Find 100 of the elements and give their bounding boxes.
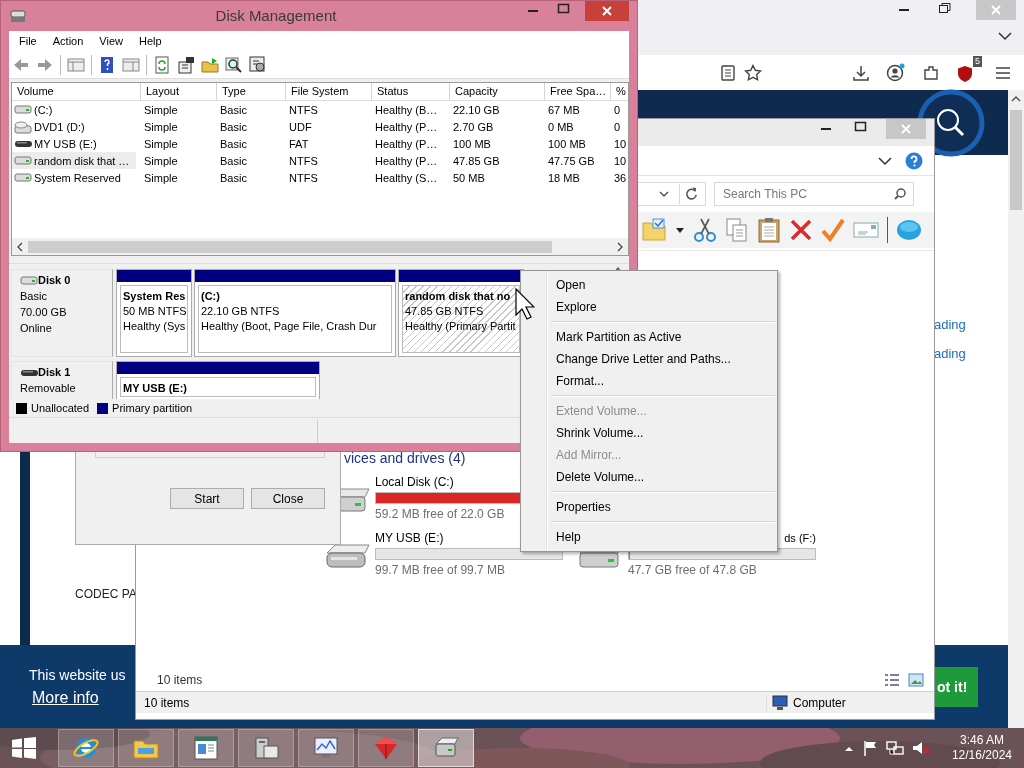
panel-icon[interactable] xyxy=(122,55,140,74)
menu-item[interactable]: Delete Volume... xyxy=(523,466,775,488)
search-field[interactable]: Search This PC xyxy=(714,182,914,206)
download-icon[interactable] xyxy=(852,63,870,82)
clipboard-icon[interactable] xyxy=(757,217,781,243)
input-field[interactable] xyxy=(95,452,325,458)
scroll-thumb[interactable] xyxy=(1010,110,1022,210)
scrollbar[interactable] xyxy=(12,238,628,255)
taskbar-button[interactable] xyxy=(238,729,294,767)
star-icon[interactable] xyxy=(744,63,762,82)
dropdown-icon[interactable] xyxy=(657,188,671,200)
globe-icon[interactable] xyxy=(896,218,922,242)
speaker-muted-icon[interactable] xyxy=(911,740,930,756)
more-info-link[interactable]: More info xyxy=(32,688,126,707)
dialog-button[interactable]: Close xyxy=(251,488,325,509)
table-cell-text: Simple xyxy=(143,120,179,133)
delete-icon[interactable] xyxy=(789,218,813,242)
clock[interactable]: 3:46 AM 12/16/2024 xyxy=(951,733,1012,763)
disk-info: Online xyxy=(20,321,53,336)
menu-item[interactable]: Action xyxy=(44,35,92,47)
partition[interactable]: MY USB (E:) xyxy=(120,377,316,397)
magnifier-icon[interactable] xyxy=(225,55,243,74)
tab-list-icon[interactable] xyxy=(997,29,1013,43)
show-hidden-icons[interactable] xyxy=(843,744,854,752)
drive-icon[interactable] xyxy=(323,541,371,571)
taskbar-button[interactable] xyxy=(58,729,114,767)
menu-icon[interactable] xyxy=(994,64,1012,81)
dialog-button[interactable]: Start xyxy=(170,488,244,509)
help-icon[interactable] xyxy=(905,151,923,170)
shield-icon[interactable] xyxy=(956,64,974,83)
column-header[interactable]: % xyxy=(611,83,628,100)
checkmark-icon[interactable] xyxy=(821,218,845,242)
menu-item[interactable]: Format... xyxy=(523,370,775,392)
extensions-icon[interactable] xyxy=(922,63,940,82)
partition[interactable]: System Res 50 MB NTFS Healthy (Sys xyxy=(120,285,188,353)
column-header[interactable]: Capacity xyxy=(450,83,545,100)
table-cell[interactable]: DVD1 (D:) xyxy=(12,118,136,135)
menu-item[interactable]: View xyxy=(91,35,131,47)
column-header[interactable]: Layout xyxy=(141,83,217,100)
reader-view-icon[interactable] xyxy=(720,63,736,82)
table-cell-text: Simple xyxy=(143,154,179,167)
scroll-up-icon[interactable] xyxy=(1010,94,1022,104)
scrollbar[interactable] xyxy=(1008,90,1024,728)
refresh-icon[interactable] xyxy=(153,55,171,74)
column-header[interactable]: File System xyxy=(286,83,372,100)
menu-item[interactable]: Shrink Volume... xyxy=(523,422,775,444)
column-header[interactable]: Type xyxy=(217,83,286,100)
drive-name[interactable]: ds (F:) xyxy=(784,531,816,545)
taskbar-button[interactable] xyxy=(418,729,474,767)
disk-name: Disk 0 xyxy=(38,273,71,288)
menu-item[interactable]: Properties xyxy=(523,496,775,518)
table-cell-text: Healthy (B… xyxy=(374,103,439,116)
menu-item[interactable]: Mark Partition as Active xyxy=(523,326,775,348)
menu-item[interactable]: Help xyxy=(523,526,775,548)
table-cell-text: 47.85 GB xyxy=(452,154,501,167)
table-cell[interactable]: System Reserved xyxy=(12,169,136,186)
taskbar-button[interactable] xyxy=(298,729,354,767)
table-cell[interactable]: (C:) xyxy=(12,101,136,118)
settings-icon[interactable] xyxy=(249,55,267,74)
details-view-icon[interactable] xyxy=(884,673,900,687)
scroll-right-icon[interactable] xyxy=(616,241,624,252)
caret-icon[interactable] xyxy=(675,225,685,235)
search-icon[interactable] xyxy=(893,187,907,201)
tiles-view-icon[interactable] xyxy=(908,673,924,687)
accept-button[interactable]: ot it! xyxy=(935,666,978,707)
folder-check-icon[interactable] xyxy=(641,217,667,243)
scroll-thumb[interactable] xyxy=(28,240,552,253)
account-icon[interactable] xyxy=(886,62,906,83)
legend-label: Unallocated xyxy=(31,402,90,415)
properties-icon[interactable] xyxy=(177,55,195,74)
scissors-icon[interactable] xyxy=(693,217,717,243)
help-icon[interactable] xyxy=(98,55,116,74)
panel-icon[interactable] xyxy=(67,55,85,74)
folder-icon[interactable] xyxy=(201,55,219,74)
table-cell-text: 36 xyxy=(613,171,628,184)
scroll-left-icon[interactable] xyxy=(16,241,24,252)
link[interactable]: ading xyxy=(934,346,1008,361)
menu-item[interactable]: Help xyxy=(130,35,170,47)
partition-status: Healthy (Primary Partit xyxy=(405,319,516,334)
drive-icon xyxy=(14,102,32,117)
flag-icon[interactable] xyxy=(861,740,878,756)
disk-name: Disk 1 xyxy=(38,365,71,380)
envelope-icon[interactable] xyxy=(853,220,879,240)
partition[interactable]: (C:) 22.10 GB NTFS Healthy (Boot, Page File, Crash Dur xyxy=(198,285,392,353)
table-cell-text: 50 MB xyxy=(452,171,486,184)
menu-item[interactable]: Change Drive Letter and Paths... xyxy=(523,348,775,370)
menu-item[interactable]: File xyxy=(11,35,45,47)
close-button[interactable] xyxy=(585,1,629,21)
table-cell[interactable]: random disk that … xyxy=(12,152,136,169)
table-cell-text: 100 MB xyxy=(452,137,492,150)
column-header[interactable]: Volume xyxy=(12,83,141,100)
menu-item[interactable]: Open xyxy=(523,274,775,296)
link[interactable]: ading xyxy=(934,317,1008,332)
column-header[interactable]: Free Spa… xyxy=(545,83,611,100)
column-header[interactable]: Status xyxy=(372,83,450,100)
table-cell[interactable]: MY USB (E:) xyxy=(12,135,136,152)
partition[interactable]: random disk that no 47.85 GB NTFS Healthy (Primary Partit xyxy=(402,285,520,353)
network-icon[interactable] xyxy=(885,740,904,756)
taskbar-button[interactable] xyxy=(118,729,174,767)
taskbar-button[interactable] xyxy=(178,729,234,767)
